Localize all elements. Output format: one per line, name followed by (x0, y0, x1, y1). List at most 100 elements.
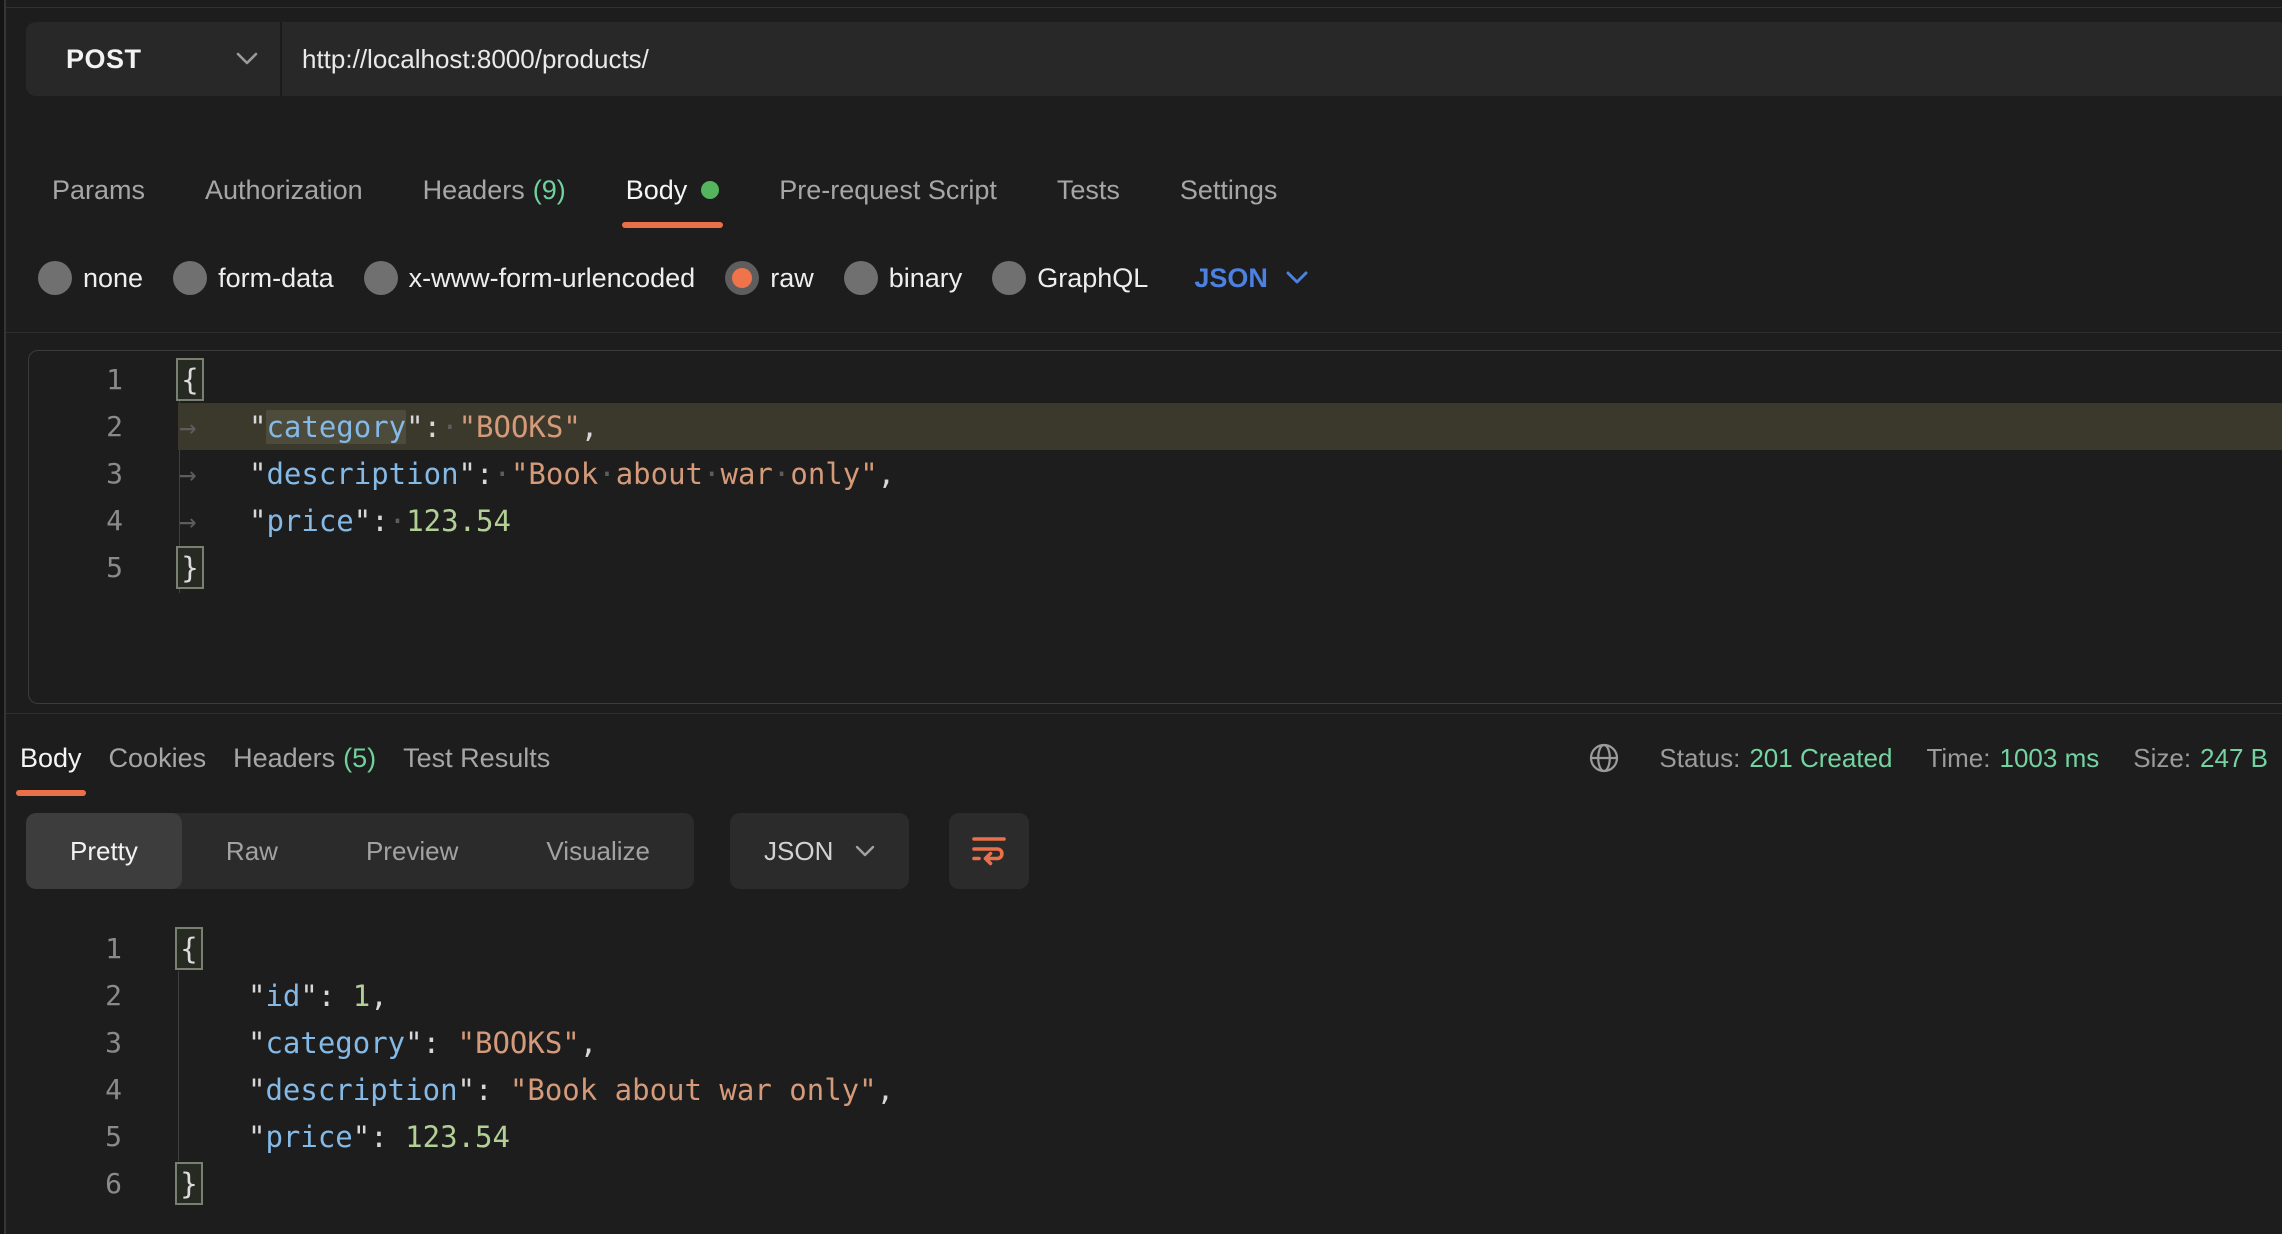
code-token: · (598, 457, 615, 491)
code-line: 1{ (29, 356, 2282, 403)
code-content: →"price":·123.54 (179, 504, 511, 538)
code-content: "category": "BOOKS", (178, 1026, 597, 1060)
url-input[interactable]: http://localhost:8000/products/ (282, 22, 2282, 96)
request-body-editor[interactable]: 1{2→"category":·"BOOKS",3→"description":… (28, 350, 2282, 704)
code-token: "BOOKS" (458, 1026, 580, 1060)
code-token: description (265, 1073, 457, 1107)
body-mode-graphql[interactable]: GraphQL (992, 261, 1148, 295)
response-tab-test-results-label: Test Results (403, 743, 550, 774)
code-line: 6} (28, 1160, 2282, 1207)
response-tab-headers[interactable]: Headers (5) (233, 743, 376, 774)
response-body-editor[interactable]: 1{2"id": 1,3"category": "BOOKS",4"descri… (28, 925, 2282, 1215)
code-token: " (249, 457, 266, 491)
code-token: price (266, 504, 353, 538)
code-token: → (179, 457, 249, 491)
code-token: category (265, 1026, 405, 1060)
tab-authorization[interactable]: Authorization (205, 175, 363, 206)
code-line: 4 →"price":·123.54 (29, 497, 2282, 544)
code-token: , (878, 457, 895, 491)
bracket-match-box: { (176, 358, 204, 401)
body-mode-label: raw (770, 263, 814, 294)
line-number: 1 (29, 363, 123, 396)
section-divider (6, 332, 2282, 333)
code-token: "BOOKS" (459, 410, 581, 444)
tab-headers[interactable]: Headers(9) (423, 175, 566, 206)
code-content: { (179, 358, 204, 401)
tab-tests[interactable]: Tests (1057, 175, 1120, 206)
line-number: 2 (29, 410, 123, 443)
code-line: 3→"description":·"Book·about·war·only", (29, 450, 2282, 497)
tab-settings[interactable]: Settings (1180, 175, 1278, 206)
postman-request-view: { "colors": { "background": "#1d1d1d", "… (0, 0, 2282, 1234)
line-number: 2 (28, 979, 122, 1012)
code-token: · (389, 504, 406, 538)
active-tab-underline (16, 790, 86, 796)
bracket-match-box: } (176, 546, 204, 589)
line-number: 5 (29, 551, 123, 584)
code-token: 1 (353, 979, 370, 1013)
tab-pre-request-script[interactable]: Pre-request Script (779, 175, 997, 206)
code-content: →"category":·"BOOKS", (179, 410, 598, 444)
code-token: " (458, 1073, 475, 1107)
code-line: 4"description": "Book about war only", (28, 1066, 2282, 1113)
body-mode-none[interactable]: none (38, 261, 143, 295)
wrap-text-button[interactable] (949, 813, 1029, 889)
body-mode-binary[interactable]: binary (844, 261, 963, 295)
response-tab-headers-label: Headers (233, 743, 335, 774)
response-tab-cookies-label: Cookies (109, 743, 207, 774)
selected-text: category (266, 410, 406, 444)
code-token: : (423, 1026, 458, 1060)
code-token: , (581, 410, 598, 444)
response-language-label: JSON (764, 836, 833, 867)
response-language-selector[interactable]: JSON (730, 813, 909, 889)
code-content: } (178, 1162, 203, 1205)
window-top-edge (6, 7, 2282, 8)
size-badge: Size:247 B (2133, 743, 2268, 774)
pane-divider (6, 713, 2282, 714)
view-pretty[interactable]: Pretty (26, 813, 182, 889)
code-token: war (721, 457, 773, 491)
view-preview[interactable]: Preview (322, 813, 502, 889)
body-mode-label: GraphQL (1037, 263, 1148, 294)
line-number: 4 (29, 504, 123, 537)
code-token: " (406, 410, 423, 444)
radio-icon (844, 261, 878, 295)
code-token: price (265, 1120, 352, 1154)
line-number: 5 (28, 1120, 122, 1153)
response-tab-cookies[interactable]: Cookies (109, 743, 207, 774)
body-mode-raw[interactable]: raw (725, 261, 814, 295)
response-tab-test-results[interactable]: Test Results (403, 743, 550, 774)
code-token: : (424, 410, 441, 444)
code-token: " (353, 1120, 370, 1154)
radio-icon (992, 261, 1026, 295)
code-content: "id": 1, (178, 979, 388, 1013)
view-raw[interactable]: Raw (182, 813, 322, 889)
code-line: 1{ (28, 925, 2282, 972)
tab-body-label: Body (626, 175, 688, 206)
code-token: only" (790, 457, 877, 491)
response-tab-body[interactable]: Body (20, 743, 82, 774)
code-token: " (248, 979, 265, 1013)
code-token: " (248, 1120, 265, 1154)
code-token: "Book (511, 457, 598, 491)
chevron-down-icon (1286, 271, 1308, 285)
view-visualize[interactable]: Visualize (502, 813, 694, 889)
radio-icon (364, 261, 398, 295)
tab-pre-request-script-label: Pre-request Script (779, 175, 997, 206)
body-language-selector[interactable]: JSON (1194, 263, 1308, 294)
body-mode-x-www-form-urlencoded[interactable]: x-www-form-urlencoded (364, 261, 696, 295)
code-token: " (249, 410, 266, 444)
method-selector[interactable]: POST (26, 22, 282, 96)
code-token: : (476, 457, 493, 491)
chevron-down-icon (855, 845, 875, 858)
code-token: → (179, 504, 249, 538)
tab-count-badge: (5) (343, 743, 376, 774)
tab-body[interactable]: Body (626, 175, 720, 206)
body-mode-form-data[interactable]: form-data (173, 261, 334, 295)
code-token: : (475, 1073, 510, 1107)
request-tabs: Params Authorization Headers(9) Body Pre-req… (52, 160, 1277, 220)
tab-settings-label: Settings (1180, 175, 1278, 206)
tab-params[interactable]: Params (52, 175, 145, 206)
code-line: 2 →"category":·"BOOKS", (29, 403, 2282, 450)
line-number: 1 (28, 932, 122, 965)
